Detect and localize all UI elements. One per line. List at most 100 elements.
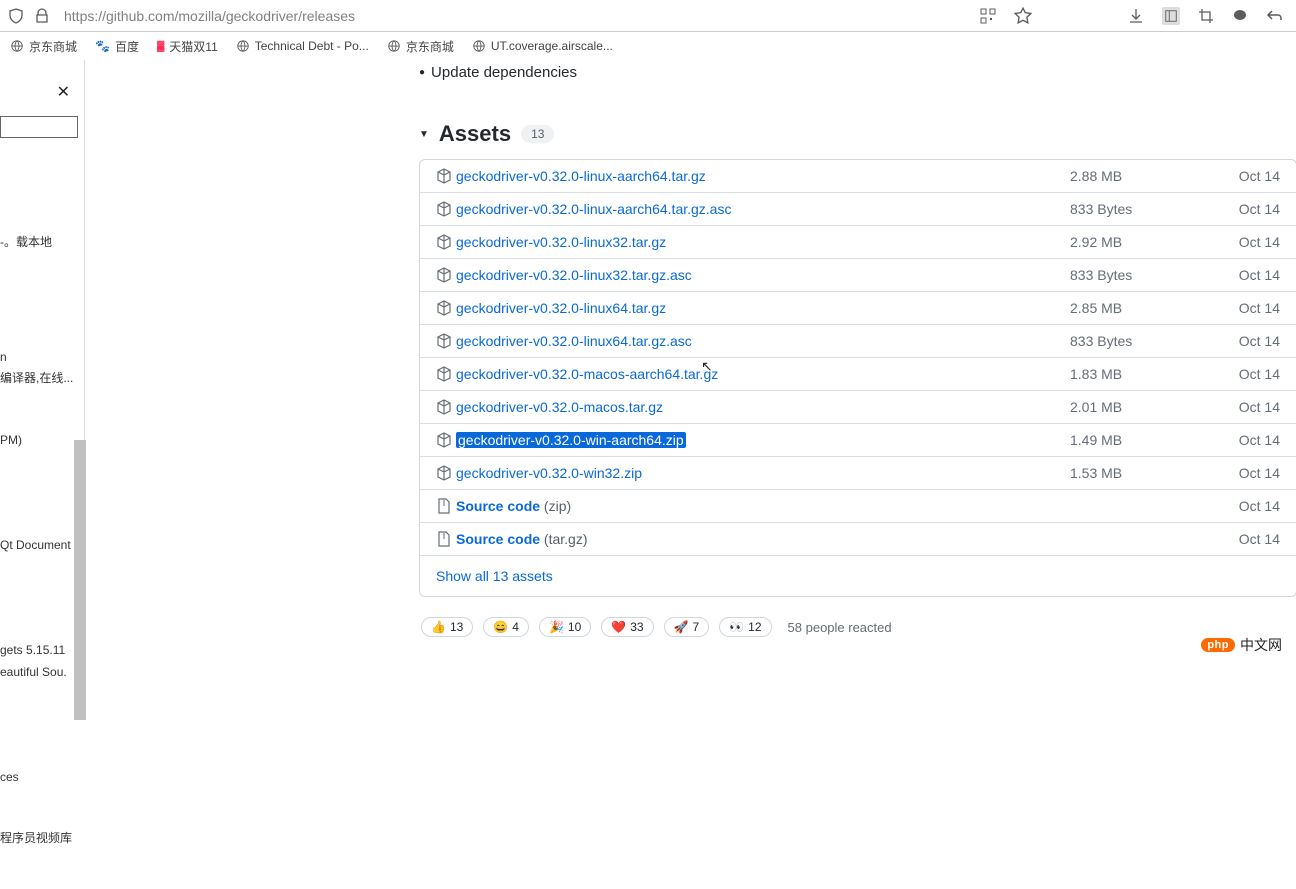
package-icon <box>436 168 452 184</box>
asset-size: 2.88 MB <box>1070 168 1230 184</box>
url-input[interactable] <box>60 4 970 28</box>
asset-size: 2.92 MB <box>1070 234 1230 250</box>
package-icon <box>436 201 452 217</box>
reaction-pill[interactable]: 👍 13 <box>421 617 473 637</box>
download-icon[interactable] <box>1128 8 1144 24</box>
asset-size: 1.83 MB <box>1070 366 1230 382</box>
asset-size: 1.49 MB <box>1070 432 1230 448</box>
file-zip-icon <box>436 531 452 547</box>
bookmark-item[interactable]: UT.coverage.airscale... <box>472 39 613 53</box>
bookmark-item[interactable]: Technical Debt - Po... <box>236 39 369 53</box>
globe-icon <box>236 39 250 53</box>
asset-row: geckodriver-v0.32.0-linux-aarch64.tar.gz… <box>420 160 1296 193</box>
reaction-pill[interactable]: ❤️ 33 <box>601 617 653 637</box>
asset-row: geckodriver-v0.32.0-linux32.tar.gz.asc83… <box>420 259 1296 292</box>
close-icon[interactable]: ✕ <box>57 82 70 102</box>
asset-link[interactable]: geckodriver-v0.32.0-linux64.tar.gz <box>456 300 1070 316</box>
asset-row: geckodriver-v0.32.0-linux-aarch64.tar.gz… <box>420 193 1296 226</box>
asset-row: geckodriver-v0.32.0-linux64.tar.gz2.85 M… <box>420 292 1296 325</box>
asset-link[interactable]: Source code (tar.gz) <box>456 531 1070 547</box>
asset-date: Oct 14 <box>1230 234 1280 250</box>
asset-link[interactable]: geckodriver-v0.32.0-linux64.tar.gz.asc <box>456 333 1070 349</box>
left-panel: ✕ 载本地。- n 编译器,在线... PM) Qt Document gets… <box>0 60 85 664</box>
shield-icon[interactable] <box>8 8 24 24</box>
baidu-icon: 🐾 <box>95 39 110 53</box>
asset-row: Source code (zip) Oct 14 <box>420 490 1296 523</box>
bookmark-item[interactable]: 京东商城 <box>10 38 77 55</box>
asset-size: 833 Bytes <box>1070 267 1230 283</box>
reaction-pill[interactable]: 😄4 <box>483 617 529 637</box>
lock-icon[interactable] <box>34 8 50 24</box>
asset-link[interactable]: geckodriver-v0.32.0-linux32.tar.gz.asc <box>456 267 1070 283</box>
package-icon <box>436 333 452 349</box>
bookmark-item[interactable]: 京东商城 <box>387 38 454 55</box>
reactions-row: 👍13😄4🎉10❤️33🚀7👀1258 people reacted <box>419 617 1296 637</box>
sidebar-content: 载本地。- n 编译器,在线... PM) Qt Document gets 5… <box>0 168 84 889</box>
reaction-emoji-icon: 😄 <box>493 620 508 634</box>
bookmark-item[interactable]: ▓天猫双11 <box>157 38 218 55</box>
reaction-count: 4 <box>512 620 519 634</box>
bookmarks-bar: 京东商城 🐾百度 ▓天猫双11 Technical Debt - Po... 京… <box>0 32 1296 60</box>
bookmark-item[interactable]: 🐾百度 <box>95 38 139 55</box>
asset-size: 833 Bytes <box>1070 201 1230 217</box>
globe-icon <box>472 39 486 53</box>
assets-header[interactable]: ▼ Assets 13 <box>419 121 1296 147</box>
asset-link[interactable]: geckodriver-v0.32.0-win-aarch64.zip <box>456 432 1070 448</box>
asset-size: 833 Bytes <box>1070 333 1230 349</box>
asset-size: 2.85 MB <box>1070 300 1230 316</box>
sidebar-search-input[interactable] <box>0 116 78 138</box>
reaction-emoji-icon: 👍 <box>431 620 446 634</box>
tmall-icon: ▓ <box>157 41 164 52</box>
reaction-count: 33 <box>630 620 643 634</box>
reaction-pill[interactable]: 🚀7 <box>664 617 710 637</box>
package-icon <box>436 267 452 283</box>
assets-count-badge: 13 <box>521 125 554 143</box>
asset-date: Oct 14 <box>1230 498 1280 514</box>
changelog-line: ● Update dependencies <box>419 64 1296 81</box>
reaction-emoji-icon: ❤️ <box>611 620 626 634</box>
asset-link[interactable]: geckodriver-v0.32.0-linux32.tar.gz <box>456 234 1070 250</box>
reaction-emoji-icon: 🚀 <box>674 620 689 634</box>
sidebar-toggle-icon[interactable] <box>1162 7 1180 25</box>
package-icon <box>436 399 452 415</box>
reaction-pill[interactable]: 👀12 <box>719 617 771 637</box>
back-arrow-icon[interactable] <box>1266 8 1282 24</box>
bookmark-star-icon[interactable] <box>1014 7 1032 25</box>
reaction-count: 10 <box>568 620 581 634</box>
asset-link[interactable]: geckodriver-v0.32.0-linux-aarch64.tar.gz <box>456 168 1070 184</box>
asset-row: geckodriver-v0.32.0-linux32.tar.gz2.92 M… <box>420 226 1296 259</box>
qr-icon[interactable] <box>980 8 996 24</box>
assets-title: Assets <box>439 121 511 147</box>
reaction-count: 13 <box>450 620 463 634</box>
reaction-count: 12 <box>748 620 761 634</box>
asset-link[interactable]: geckodriver-v0.32.0-macos.tar.gz <box>456 399 1070 415</box>
globe-icon <box>10 39 24 53</box>
asset-link[interactable]: geckodriver-v0.32.0-linux-aarch64.tar.gz… <box>456 201 1070 217</box>
browser-address-bar <box>0 0 1296 32</box>
package-icon <box>436 366 452 382</box>
asset-link[interactable]: geckodriver-v0.32.0-macos-aarch64.tar.gz <box>456 366 1070 382</box>
reaction-pill[interactable]: 🎉 10 <box>539 617 591 637</box>
asset-date: Oct 14 <box>1230 399 1280 415</box>
asset-date: Oct 14 <box>1230 300 1280 316</box>
asset-row: geckodriver-v0.32.0-macos.tar.gz2.01 MBO… <box>420 391 1296 424</box>
asset-row: geckodriver-v0.32.0-win32.zip1.53 MBOct … <box>420 457 1296 490</box>
watermark-pill: php <box>1201 638 1235 652</box>
assets-list: geckodriver-v0.32.0-linux-aarch64.tar.gz… <box>419 159 1296 597</box>
show-all-link[interactable]: Show all 13 assets <box>420 556 1296 596</box>
asset-date: Oct 14 <box>1230 333 1280 349</box>
globe-icon <box>387 39 401 53</box>
asset-link[interactable]: geckodriver-v0.32.0-win32.zip <box>456 465 1070 481</box>
reaction-emoji-icon: 🎉 <box>549 620 564 634</box>
package-icon <box>436 234 452 250</box>
asset-row: geckodriver-v0.32.0-macos-aarch64.tar.gz… <box>420 358 1296 391</box>
asset-date: Oct 14 <box>1230 531 1280 547</box>
chat-icon[interactable] <box>1232 8 1248 24</box>
asset-link[interactable]: Source code (zip) <box>456 498 1070 514</box>
file-zip-icon <box>436 498 452 514</box>
asset-size: 2.01 MB <box>1070 399 1230 415</box>
main-content: ● Update dependencies ▼ Assets 13 geckod… <box>85 60 1296 664</box>
asset-date: Oct 14 <box>1230 432 1280 448</box>
crop-icon[interactable] <box>1198 8 1214 24</box>
asset-row: geckodriver-v0.32.0-win-aarch64.zip1.49 … <box>420 424 1296 457</box>
